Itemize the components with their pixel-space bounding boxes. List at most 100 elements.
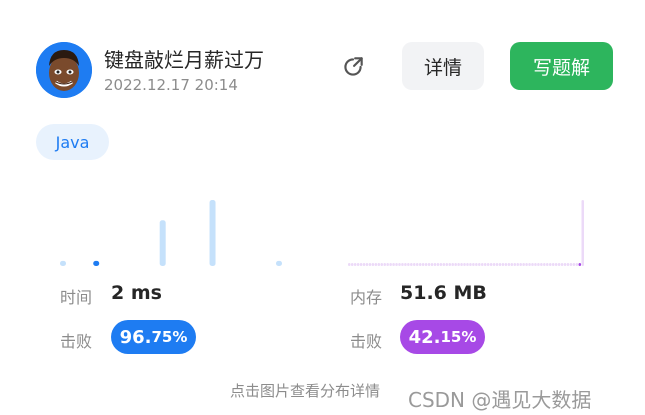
chart-bar: [478, 263, 481, 266]
chart-bar: [276, 260, 282, 266]
chart-bar: [534, 263, 537, 266]
chart-bar: [404, 263, 407, 266]
chart-bar: [371, 263, 375, 266]
chart-bar: [466, 263, 469, 266]
write-solution-button[interactable]: 写题解: [510, 42, 613, 90]
chart-bar: [460, 263, 463, 266]
chart-bar: [448, 263, 451, 266]
chart-bar: [374, 263, 378, 266]
chart-bar: [469, 263, 472, 266]
memory-beat-label: 击败: [350, 332, 383, 351]
chart-bar: [540, 263, 543, 266]
time-value: 2 ms: [111, 282, 162, 304]
chart-bar: [356, 263, 360, 266]
avatar-image: [36, 42, 92, 98]
chart-bar: [359, 263, 363, 266]
chart-bar: [495, 263, 499, 266]
chart-bar: [475, 263, 478, 266]
time-beat-dec: 75%: [151, 328, 188, 346]
chart-bar: [575, 263, 579, 266]
chart-bar: [415, 263, 419, 266]
runtime-distribution-chart[interactable]: [60, 196, 310, 266]
chart-bar: [209, 200, 216, 266]
chart-bar: [93, 260, 100, 266]
chart-bar: [398, 263, 401, 266]
chart-bar: [350, 263, 354, 266]
chart-bar: [472, 263, 475, 266]
chart-bar: [498, 263, 502, 266]
chart-bar: [513, 263, 517, 266]
time-beat-label: 击败: [60, 332, 93, 351]
chart-bar: [492, 263, 496, 266]
chart-bar: [60, 260, 66, 266]
chart-bar: [421, 263, 425, 266]
chart-bar: [519, 263, 522, 266]
chart-bar: [501, 263, 505, 266]
chart-bar: [433, 263, 437, 266]
time-beat-int: 96.: [119, 326, 152, 348]
detail-button[interactable]: 详情: [402, 42, 484, 90]
chart-bar: [348, 263, 351, 266]
avatar[interactable]: [36, 42, 92, 98]
chart-bar: [454, 263, 457, 266]
chart-bar: [401, 263, 404, 266]
chart-bar: [481, 263, 484, 266]
language-tag[interactable]: Java: [36, 124, 109, 160]
chart-bar: [510, 263, 514, 266]
chart-bar: [410, 263, 413, 266]
chart-bar: [386, 263, 389, 266]
chart-bar: [451, 263, 454, 266]
chart-bar: [563, 263, 567, 266]
chart-bar: [537, 263, 540, 266]
chart-bar: [362, 263, 366, 266]
chart-bar: [383, 263, 386, 266]
memory-label: 内存: [350, 288, 383, 307]
chart-bar: [504, 263, 508, 266]
chart-bar: [554, 263, 558, 266]
share-button[interactable]: [338, 52, 368, 82]
memory-distribution-chart[interactable]: [348, 196, 592, 266]
chart-bar: [457, 263, 460, 266]
time-label: 时间: [60, 288, 93, 307]
chart-bar: [560, 263, 564, 266]
chart-bar: [365, 263, 369, 266]
chart-bar: [557, 263, 561, 266]
author-name[interactable]: 键盘敲烂月薪过万: [104, 44, 264, 73]
chart-bar: [548, 263, 552, 266]
chart-bar: [353, 263, 357, 266]
chart-bar: [578, 263, 582, 266]
memory-beat-dec: 15%: [440, 328, 477, 346]
chart-bar: [486, 263, 490, 266]
watermark: CSDN @遇见大数据: [408, 388, 592, 412]
chart-bar: [543, 263, 546, 266]
chart-bar: [525, 263, 528, 266]
chart-bar: [407, 263, 410, 266]
share-icon: [344, 57, 363, 76]
chart-bar: [581, 200, 584, 266]
chart-bar: [413, 263, 416, 266]
chart-bar: [569, 263, 573, 266]
chart-bar: [159, 220, 166, 266]
distribution-hint[interactable]: 点击图片查看分布详情: [230, 380, 380, 401]
chart-bar: [546, 263, 549, 266]
chart-bar: [368, 263, 372, 266]
chart-bar: [572, 263, 576, 266]
chart-bar: [445, 263, 449, 266]
chart-bar: [427, 263, 431, 266]
chart-bar: [507, 263, 511, 266]
chart-bar: [442, 263, 446, 266]
memory-value: 51.6 MB: [400, 282, 487, 304]
chart-bar: [430, 263, 434, 266]
chart-bar: [439, 263, 443, 266]
chart-bar: [380, 263, 384, 266]
chart-bar: [418, 263, 422, 266]
memory-beat-int: 42.: [408, 326, 441, 348]
chart-bar: [489, 263, 493, 266]
chart-bar: [551, 263, 555, 266]
chart-bar: [463, 263, 466, 266]
chart-bar: [377, 263, 381, 266]
chart-bar: [424, 263, 428, 266]
post-time: 2022.12.17 20:14: [104, 76, 238, 94]
chart-bar: [392, 263, 395, 266]
chart-bar: [566, 263, 570, 266]
